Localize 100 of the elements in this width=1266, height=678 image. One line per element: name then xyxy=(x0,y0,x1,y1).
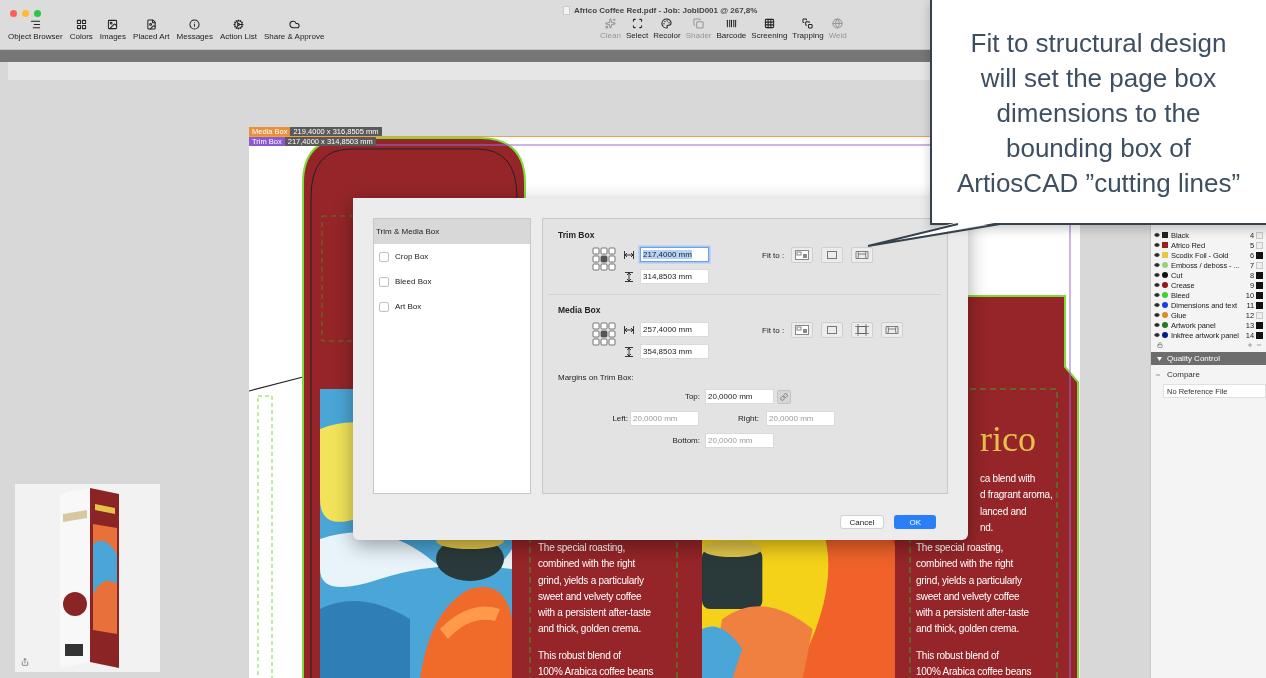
output-toggle[interactable] xyxy=(1256,251,1263,259)
height-field[interactable]: 314,8503 mm xyxy=(640,269,709,284)
plus-icon[interactable] xyxy=(1247,342,1253,348)
tool-button[interactable]: Action List xyxy=(220,19,257,49)
cloud-icon xyxy=(288,19,300,30)
rectangle-icon xyxy=(826,325,839,335)
tool-button[interactable]: Messages xyxy=(176,19,213,49)
fit-button[interactable] xyxy=(851,322,874,338)
height-field[interactable]: 354,8503 mm xyxy=(640,344,709,359)
margin-label: Bottom: xyxy=(671,436,700,445)
globe-icon xyxy=(832,18,844,29)
width-arrow-icon xyxy=(624,250,634,259)
width-field[interactable]: 257,4000 mm xyxy=(640,322,709,337)
structural-design-icon xyxy=(885,325,900,335)
grid-icon xyxy=(763,18,775,29)
output-toggle[interactable] xyxy=(1256,301,1263,309)
info-icon xyxy=(189,19,201,30)
tool-button[interactable]: Barcode xyxy=(716,18,747,40)
package-text: ca blend with d fragrant aroma, lanced and nd. xyxy=(980,472,1053,535)
close-button[interactable] xyxy=(10,10,17,17)
sidebar-item[interactable]: Trim & Media Box xyxy=(374,219,530,244)
tool-button[interactable]: Screening xyxy=(751,18,788,40)
tool-button[interactable]: Recolor xyxy=(653,18,681,40)
fit-button[interactable] xyxy=(851,247,874,263)
lock-icon[interactable] xyxy=(1157,342,1163,348)
link-button[interactable] xyxy=(777,389,791,404)
eye-icon[interactable] xyxy=(1154,282,1160,288)
section-title: Media Box xyxy=(558,305,602,315)
checkbox[interactable] xyxy=(379,301,389,312)
share-icon[interactable] xyxy=(21,658,29,666)
margin-label: Top: xyxy=(683,392,700,401)
sidebar-item[interactable]: Art Box xyxy=(374,294,530,319)
palette-icon xyxy=(661,18,673,29)
height-arrow-icon xyxy=(624,271,634,282)
file-image-icon xyxy=(145,19,157,30)
artwork-fit-icon xyxy=(795,250,810,260)
package-paragraph: This robust blend of 100% Arabica coffee beans xyxy=(538,648,654,678)
eye-icon[interactable] xyxy=(1154,242,1160,248)
sidebar-item[interactable]: Bleed Box xyxy=(374,269,530,294)
panel-header[interactable]: Quality Control xyxy=(1151,352,1266,365)
lines-icon xyxy=(29,19,41,30)
tool-button[interactable]: Object Browser xyxy=(8,19,63,49)
tool-button[interactable]: Images xyxy=(99,19,127,49)
artwork-fit-icon xyxy=(795,325,810,335)
sidebar-item[interactable]: Crop Box xyxy=(374,244,530,269)
document-icon xyxy=(563,6,570,15)
margin-field[interactable]: 20,0000 mm xyxy=(705,389,774,404)
checkbox[interactable] xyxy=(379,276,389,287)
width-field[interactable]: 217,4000 mm xyxy=(640,247,709,262)
window-title: Africo Coffee Red.pdf - Job: JobID001 @ 267,8% xyxy=(563,6,847,15)
eye-icon[interactable] xyxy=(1154,232,1160,238)
output-toggle[interactable] xyxy=(1256,331,1263,339)
height-arrow-icon xyxy=(624,346,634,357)
grid-icon xyxy=(75,19,87,30)
copy-icon xyxy=(693,18,705,29)
margins-label: Margins on Trim Box: xyxy=(558,373,635,382)
eye-icon[interactable] xyxy=(1154,292,1160,298)
margin-label: Right: xyxy=(737,414,759,423)
package-paragraph: The special roasting, combined with the right grind, yields a particularly sweet and velvety coffee with a persistent after-taste and thick, golden crema. xyxy=(916,541,1030,637)
callout-text: Fit to structural design will set the page box dimensions to the bounding box of ArtiosCAD ”cutting lines” xyxy=(955,27,1242,200)
compare-label: Compare xyxy=(1167,370,1200,379)
fit-button[interactable] xyxy=(821,322,844,338)
eye-icon[interactable] xyxy=(1154,302,1160,308)
eye-icon[interactable] xyxy=(1154,262,1160,268)
tool-button[interactable]: Share & Approve xyxy=(263,19,325,49)
fit-button[interactable] xyxy=(821,247,844,263)
link-icon xyxy=(780,392,788,401)
output-toggle[interactable] xyxy=(1256,281,1263,289)
ok-button[interactable]: OK xyxy=(894,515,936,529)
eye-icon[interactable] xyxy=(1154,312,1160,318)
output-toggle[interactable] xyxy=(1256,321,1263,329)
scan-icon xyxy=(631,18,643,29)
barcode-icon xyxy=(725,18,737,29)
section-title: Trim Box xyxy=(558,230,596,240)
fit-to-label: Fit to : xyxy=(762,250,785,260)
anchor-grid-icon xyxy=(592,247,616,271)
package-paragraph: The special roasting, combined with the right grind, yields a particularly sweet and velvety coffee with a persistent after-taste and thick, golden crema. xyxy=(538,541,652,637)
cancel-button[interactable]: Cancel xyxy=(839,515,885,529)
fit-button[interactable] xyxy=(791,322,814,338)
brand-logo: rico xyxy=(980,421,1036,457)
checkbox[interactable] xyxy=(379,251,389,262)
fit-to-label: Fit to : xyxy=(762,325,785,335)
disclosure-triangle-icon xyxy=(1157,356,1162,361)
margin-label: Left: xyxy=(611,414,628,423)
anchor-grid-icon xyxy=(592,322,616,346)
output-toggle[interactable] xyxy=(1256,271,1263,279)
width-arrow-icon xyxy=(624,325,634,334)
fit-button[interactable] xyxy=(791,247,814,263)
eye-icon[interactable] xyxy=(1154,272,1160,278)
eye-icon[interactable] xyxy=(1154,252,1160,258)
tool-button[interactable]: Trapping xyxy=(792,18,824,40)
tool-button[interactable]: Select xyxy=(625,18,649,40)
output-toggle[interactable] xyxy=(1256,291,1263,299)
fit-button[interactable] xyxy=(881,322,904,338)
tool-button[interactable]: Placed Art xyxy=(133,19,170,49)
eye-icon[interactable] xyxy=(1154,332,1160,338)
structural-design-icon xyxy=(855,250,870,260)
tool-button[interactable]: Colors xyxy=(69,19,93,49)
eye-icon[interactable] xyxy=(1154,322,1160,328)
crop-marks-icon xyxy=(855,324,870,336)
